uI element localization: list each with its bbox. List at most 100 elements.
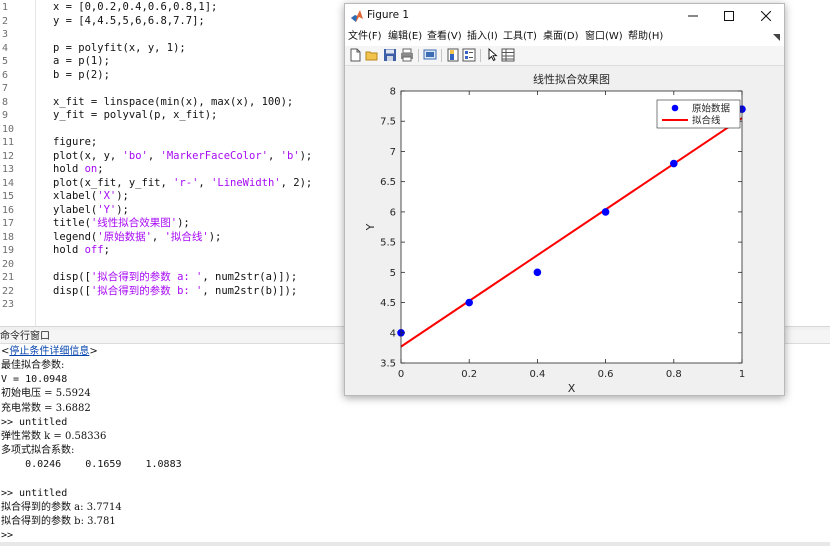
code-token: x = [0,0.2,0.4,0.6,0.8,1];	[53, 1, 218, 13]
link-plot-icon[interactable]	[423, 48, 437, 62]
y-tick-label: 4	[390, 328, 396, 339]
code-token: disp([	[53, 271, 91, 283]
figure-titlebar[interactable]: Figure 1	[345, 4, 784, 28]
code-token: , num2str(b)]);	[202, 284, 298, 297]
figure-title: Figure 1	[367, 9, 410, 21]
figure-window[interactable]: Figure 1 文件(F) 编辑(E) 查看(V) 插入(I) 工具(T) 桌…	[344, 3, 785, 396]
code-token: x_fit = linspace(min(x), max(x), 100);	[53, 95, 294, 108]
line-number: 12	[2, 150, 15, 162]
line-number: 16	[2, 204, 15, 216]
legend-icon[interactable]	[462, 48, 476, 62]
code-text: xlabel('X');	[53, 190, 129, 204]
code-text: p = polyfit(x, y, 1);	[53, 42, 186, 56]
figure-canvas[interactable]: 0 0.2 0.4 0.6 0.8 1 3.5 4 4.5 5 5.5 6 6.5 7 7.5 8 线性拟合效…	[345, 67, 784, 395]
command-prompt-line: >> untitled	[1, 416, 68, 428]
open-file-icon[interactable]	[365, 48, 379, 62]
string-token: 'bo'	[122, 149, 148, 162]
menu-window[interactable]: 窗口(W)	[585, 28, 623, 46]
line-number: 2	[2, 15, 9, 27]
code-text: ylabel('Y');	[53, 204, 129, 218]
output-line: 弹性常数 k = 0.58336	[1, 431, 107, 442]
code-text: hold off;	[53, 244, 110, 258]
code-token: );	[177, 217, 190, 229]
toolbar-separator	[480, 49, 481, 62]
legend-label: 原始数据	[692, 103, 731, 115]
menu-view[interactable]: 查看(V)	[427, 28, 462, 46]
code-text: x = [0,0.2,0.4,0.6,0.8,1];	[53, 1, 217, 15]
code-token: );	[299, 149, 313, 162]
line-number: 6	[2, 69, 9, 81]
code-text: hold on;	[53, 163, 104, 177]
line-number: 8	[2, 96, 9, 108]
output-line: 初始电压 = 5.5924	[1, 388, 91, 400]
new-figure-icon[interactable]	[348, 48, 362, 62]
string-token: 'Y'	[97, 203, 117, 216]
output-line: 最佳拟合参数:	[1, 360, 65, 371]
code-text: b = p(2);	[53, 69, 110, 83]
string-token: on	[84, 163, 98, 175]
code-token: a = p(1);	[53, 55, 110, 67]
y-tick-label: 5	[390, 268, 396, 279]
maximize-button[interactable]	[711, 4, 747, 28]
minimize-button[interactable]	[675, 4, 711, 28]
code-token: hold	[53, 244, 85, 256]
property-inspector-icon[interactable]	[501, 48, 515, 62]
code-text: disp(['拟合得到的参数 a: ', num2str(a)]);	[53, 271, 297, 285]
legend-marker	[671, 104, 679, 112]
close-button[interactable]	[748, 4, 784, 28]
y-tick-label: 4.5	[380, 298, 396, 309]
legend-label: 拟合线	[692, 115, 721, 127]
code-token: );	[208, 230, 222, 243]
x-tick-label: 0.6	[598, 369, 614, 380]
string-token: 'r-'	[173, 176, 199, 189]
line-number: 4	[2, 42, 9, 54]
line-number: 5	[2, 56, 9, 67]
dock-arrow-icon[interactable]	[773, 34, 780, 41]
menu-help[interactable]: 帮助(H)	[628, 28, 663, 46]
y-tick-label: 7	[390, 147, 396, 158]
string-token: '拟合得到的参数 a: '	[90, 271, 203, 283]
figure-menubar: 文件(F) 编辑(E) 查看(V) 插入(I) 工具(T) 桌面(D) 窗口(W…	[345, 28, 784, 46]
stop-condition-link[interactable]: 停止条件详细信息	[9, 346, 89, 357]
line-number: 19	[2, 245, 15, 256]
y-axis-label: Y	[364, 223, 377, 231]
code-text: x_fit = linspace(min(x), max(x), 100);	[53, 96, 293, 110]
print-icon[interactable]	[400, 48, 414, 62]
toolbar-separator	[441, 49, 442, 62]
code-token: ,	[147, 149, 161, 162]
code-text: disp(['拟合得到的参数 b: ', num2str(b)]);	[53, 285, 297, 299]
string-token: 'MarkerFaceColor'	[160, 149, 268, 162]
minimize-icon	[688, 15, 698, 17]
link-bracket-close: >	[89, 346, 98, 357]
line-number: 14	[2, 177, 15, 189]
menu-edit[interactable]: 编辑(E)	[388, 28, 422, 46]
colorbar-icon[interactable]	[446, 48, 460, 62]
plot-svg[interactable]: 0 0.2 0.4 0.6 0.8 1 3.5 4 4.5 5 5.5 6 6.5 7 7.5 8 线性拟合效…	[345, 67, 784, 395]
string-token: 'X'	[97, 190, 117, 202]
code-token: );	[116, 203, 129, 216]
x-axis-label: X	[568, 382, 576, 395]
menu-tools[interactable]: 工具(T)	[503, 28, 537, 46]
save-icon[interactable]	[383, 48, 397, 62]
code-text: a = p(1);	[53, 55, 110, 69]
matlab-logo-icon	[351, 10, 363, 22]
y-tick-label: 5.5	[380, 238, 396, 249]
code-token: plot(x_fit, y_fit,	[53, 176, 174, 189]
code-token: disp([	[53, 284, 91, 297]
code-text: y = [4,4.5,5,6,6.8,7.7];	[53, 15, 205, 29]
command-prompt-line: >> untitled	[1, 487, 68, 499]
menu-file[interactable]: 文件(F)	[348, 28, 382, 46]
code-token: , 2);	[280, 176, 313, 189]
code-text: legend('原始数据', '拟合线');	[53, 231, 221, 245]
stop-condition-line: <停止条件详细信息>	[1, 345, 98, 359]
string-token: 'LineWidth'	[211, 176, 281, 189]
pointer-icon[interactable]	[485, 48, 499, 62]
output-line: 拟合得到的参数 a: 3.7714	[1, 502, 122, 513]
code-text: y_fit = polyval(p, x_fit);	[53, 109, 217, 123]
string-token: '线性拟合效果图'	[90, 217, 178, 229]
code-token: plot(x, y,	[53, 149, 123, 162]
code-token: hold	[53, 163, 85, 175]
menu-insert[interactable]: 插入(I)	[467, 28, 498, 46]
menu-desktop[interactable]: 桌面(D)	[543, 28, 579, 46]
line-number: 13	[2, 164, 15, 175]
